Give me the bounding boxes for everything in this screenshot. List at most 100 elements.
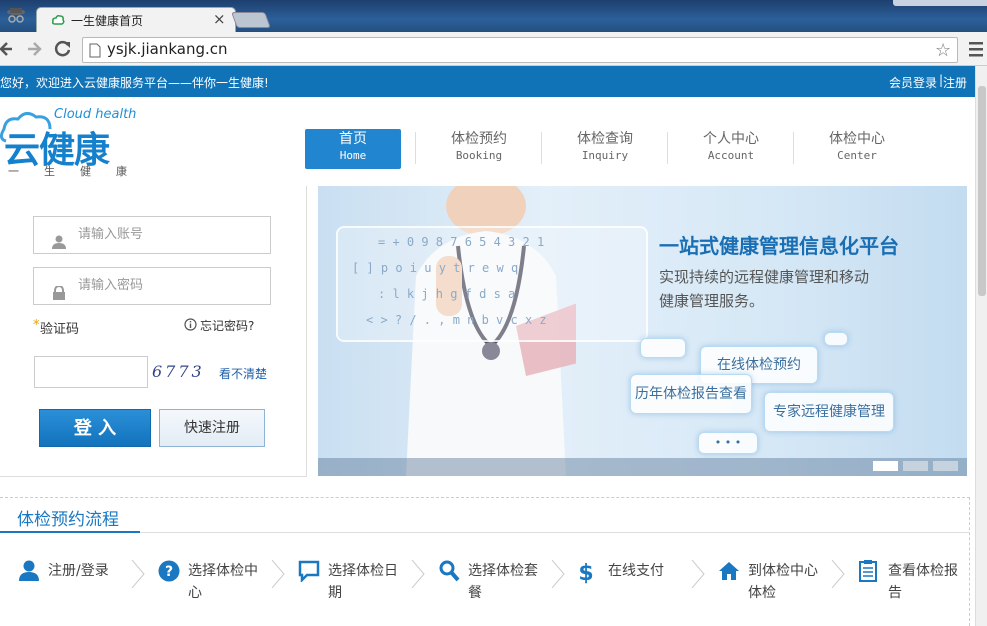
welcome-text: 您好，欢迎进入云健康服务平台——伴你一生健康!: [0, 76, 269, 90]
captcha-input[interactable]: [34, 356, 148, 388]
clipboard-icon: [858, 560, 878, 589]
carousel-dot-3[interactable]: [933, 461, 958, 471]
browser-tab-active[interactable]: 一生健康首页 ×: [36, 7, 236, 32]
nav-booking[interactable]: 体检预约 Booking: [431, 129, 527, 169]
nav-home-cn: 首页: [339, 131, 367, 147]
banner-sub-2: 健康管理服务。: [659, 292, 765, 310]
page-scrollbar[interactable]: [975, 66, 987, 626]
carousel-bar: [318, 458, 967, 476]
scrollbar-thumb[interactable]: [978, 86, 986, 296]
address-bar[interactable]: ysjk.jiankang.cn ☆: [82, 37, 958, 63]
booking-process-section: 体检预约流程 注册/登录 ? 选择体检中心 选择体检日期 选择体检套餐 $ 在线…: [0, 497, 970, 626]
site-logo[interactable]: Cloud health 云健康 一 生 健 康: [0, 107, 140, 179]
password-placeholder: 请输入密码: [78, 278, 144, 293]
nav-inquiry-cn: 体检查询: [577, 131, 633, 147]
required-mark: *: [33, 318, 40, 333]
step-label-2-line2: 心: [188, 585, 202, 601]
window-controls[interactable]: [893, 0, 987, 6]
lock-icon: [52, 279, 66, 315]
menu-icon[interactable]: [969, 41, 983, 57]
step-label-7-line2: 告: [888, 585, 902, 601]
logo-slogan-3: 健: [80, 165, 91, 178]
process-title: 体检预约流程: [17, 510, 119, 530]
nav-divider: [667, 132, 668, 164]
step-label-6-line1: 到体检中心: [748, 563, 818, 579]
login-panel: 请输入账号 请输入密码 * 验证码 忘记密码? 6773 看不清楚 登 入 快速…: [0, 186, 307, 477]
step-label-5: 在线支付: [608, 563, 664, 579]
login-button[interactable]: 登 入: [39, 409, 151, 447]
step-label-4-line2: 餐: [468, 585, 482, 601]
process-title-underline: [0, 531, 140, 533]
logo-en: Cloud health: [54, 107, 137, 122]
chevron-right-icon: [411, 560, 425, 588]
captcha-label: 验证码: [40, 322, 80, 337]
logo-slogan-4: 康: [116, 165, 127, 178]
quick-register-button[interactable]: 快速注册: [159, 409, 265, 447]
nav-divider: [793, 132, 794, 164]
nav-booking-cn: 体检预约: [451, 131, 507, 147]
browser-toolbar: ysjk.jiankang.cn ☆: [0, 32, 987, 66]
site-header: Cloud health 云健康 一 生 健 康 首页 Home 体检预约 Bo…: [0, 97, 987, 185]
process-divider: [140, 532, 969, 533]
carousel-dot-2[interactable]: [903, 461, 928, 471]
logo-slogan-1: 一: [8, 165, 19, 178]
chip-dots: • • •: [698, 432, 758, 454]
carousel-dot-1[interactable]: [873, 461, 898, 471]
welcome-bar: 您好，欢迎进入云健康服务平台——伴你一生健康! 会员登录 | 注册: [0, 66, 987, 97]
refresh-captcha-link[interactable]: 看不清楚: [219, 365, 267, 382]
page-icon: [89, 43, 101, 58]
tab-close-icon[interactable]: ×: [213, 10, 226, 28]
banner-sub-1: 实现持续的远程健康管理和移动: [659, 268, 870, 286]
step-label-4: 选择体检套餐: [468, 560, 548, 604]
tab-title: 一生健康首页: [71, 14, 144, 28]
new-tab-button[interactable]: [231, 12, 271, 28]
back-arrow-icon[interactable]: [0, 40, 14, 58]
nav-account-cn: 个人中心: [703, 131, 759, 147]
virtual-keyboard-panel: = + 0 9 8 7 6 5 4 3 2 1 [ ] p o i u y t …: [336, 226, 648, 342]
nav-inquiry-en: Inquiry: [581, 149, 629, 162]
nav-home-en: Home: [339, 149, 367, 162]
url-text[interactable]: ysjk.jiankang.cn: [107, 40, 228, 58]
account-input[interactable]: 请输入账号: [33, 216, 271, 254]
chip-decor-2: [824, 332, 848, 346]
chevron-right-icon: [551, 560, 565, 588]
chip-history-report: 历年体检报告查看: [630, 374, 752, 414]
chip-expert-remote: 专家远程健康管理: [764, 392, 894, 432]
chat-icon: [298, 560, 320, 589]
svg-text:= + 0 9 8 7 6 5 4 3: = + 0 9 8 7 6 5 4 3 2 1: [378, 235, 544, 249]
logo-cn: 云健康: [4, 130, 110, 171]
process-step-report: 查看体检报告: [858, 560, 966, 610]
nav-account[interactable]: 个人中心 Account: [683, 129, 779, 169]
user-icon: [18, 560, 40, 589]
chevron-right-icon: [131, 560, 145, 588]
chevron-right-icon: [691, 560, 705, 588]
nav-booking-en: Booking: [455, 149, 503, 162]
dollar-icon: $: [578, 560, 600, 591]
step-label-3-line2: 期: [328, 585, 342, 601]
forward-arrow-icon[interactable]: [26, 40, 42, 58]
nav-center[interactable]: 体检中心 Center: [809, 129, 905, 169]
svg-text:: l k j h g f d s a: : l k j h g f d s a: [378, 287, 515, 301]
step-label-2: 选择体检中心: [188, 560, 268, 604]
member-login-link[interactable]: 会员登录: [889, 74, 937, 91]
svg-text:?: ?: [165, 564, 173, 580]
step-label-3: 选择体检日期: [328, 560, 408, 604]
reload-icon[interactable]: [54, 40, 72, 58]
step-label-6-line2: 体检: [748, 585, 776, 601]
svg-text:< > ? / . , m n b v: < > ? / . , m n b v c x z: [366, 313, 547, 327]
chevron-right-icon: [831, 560, 845, 588]
info-icon: [184, 318, 197, 331]
nav-inquiry[interactable]: 体检查询 Inquiry: [557, 129, 653, 169]
user-icon: [52, 228, 66, 264]
chip-decor-1: [640, 338, 686, 358]
favicon-icon: [51, 14, 65, 26]
nav-home[interactable]: 首页 Home: [305, 129, 401, 169]
incognito-icon: [4, 6, 28, 26]
forgot-password-link[interactable]: 忘记密码?: [200, 317, 254, 334]
bookmark-star-icon[interactable]: ☆: [935, 40, 951, 61]
banner-carousel[interactable]: = + 0 9 8 7 6 5 4 3 2 1 [ ] p o i u y t …: [318, 186, 967, 476]
chevron-right-icon: [271, 560, 285, 588]
password-input[interactable]: 请输入密码: [33, 267, 271, 305]
register-link[interactable]: 注册: [943, 74, 967, 91]
nav-center-en: Center: [837, 149, 877, 162]
